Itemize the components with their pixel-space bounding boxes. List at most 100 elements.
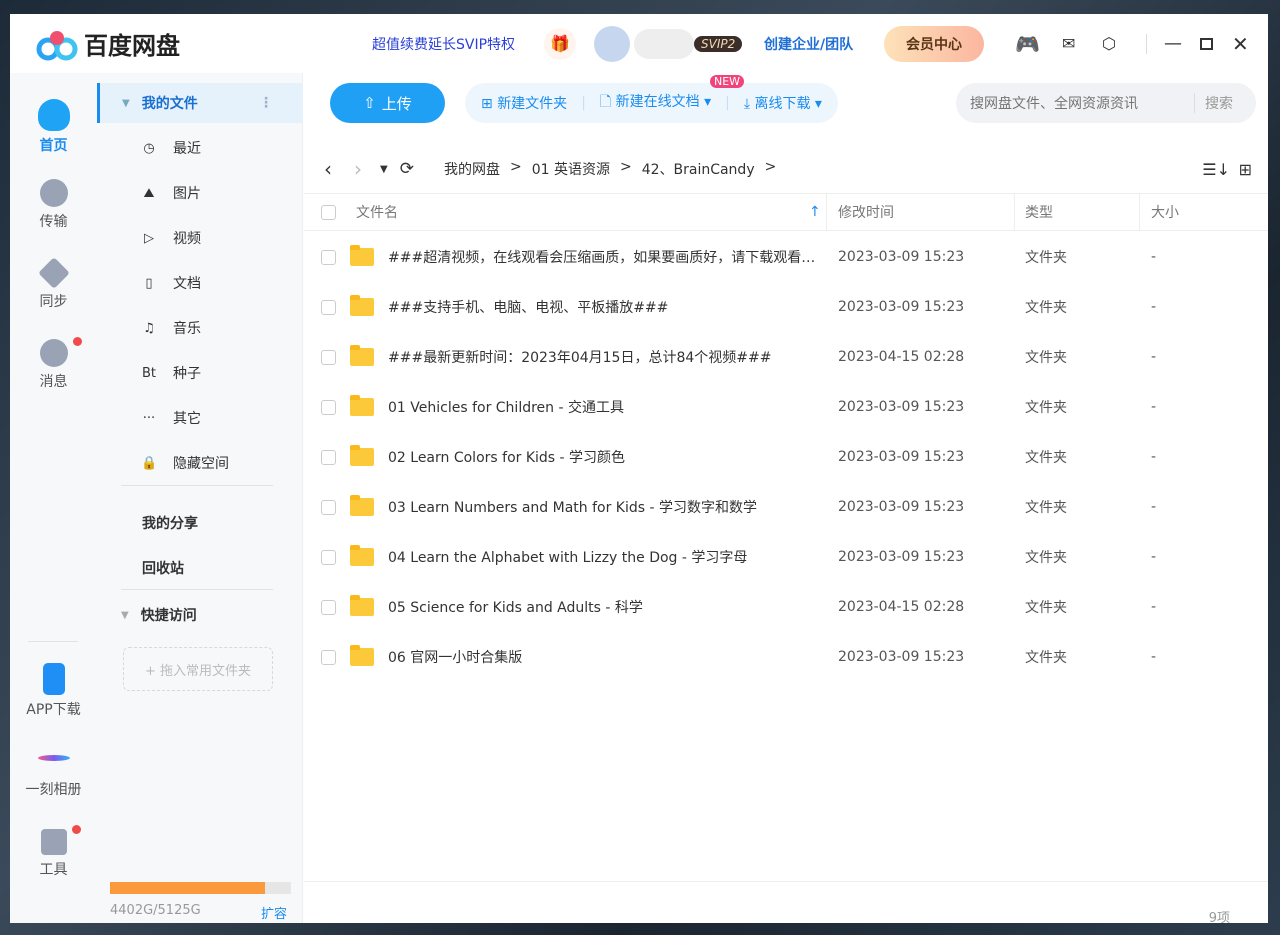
transfer-icon (40, 179, 68, 207)
table-row[interactable]: 05 Science for Kids and Adults - 科学 2023… (304, 582, 1268, 632)
create-team-link[interactable]: 创建企业/团队 (764, 14, 853, 73)
table-row[interactable]: ###最新更新时间：2023年04月15日，总计84个视频### 2023-04… (304, 332, 1268, 382)
table-row[interactable]: ###支持手机、电脑、电视、平板播放### 2023-03-09 15:23 文… (304, 282, 1268, 332)
mail-icon[interactable]: ✉ (1062, 14, 1075, 73)
sort-icon[interactable]: ☰↓ (1202, 160, 1230, 179)
row-checkbox[interactable] (321, 650, 336, 665)
close-button[interactable]: ✕ (1232, 14, 1249, 73)
minimize-button[interactable]: — (1164, 14, 1182, 73)
history-dropdown[interactable]: ▼ (380, 164, 388, 175)
forward-button[interactable]: › (354, 157, 362, 181)
folder-icon (350, 498, 374, 516)
sidebar-recycle-bin[interactable]: 回收站 (97, 548, 303, 588)
gift-button[interactable]: 🎁 (544, 14, 576, 73)
grid-view-icon[interactable]: ⊞ (1239, 160, 1252, 179)
sidebar-item-4[interactable]: ♫音乐 (97, 308, 303, 348)
row-checkbox[interactable] (321, 600, 336, 615)
file-name[interactable]: 05 Science for Kids and Adults - 科学 (388, 597, 818, 617)
vip-center-button[interactable]: 会员中心 (884, 26, 984, 62)
new-folder-button[interactable]: ⊞ 新建文件夹 (481, 93, 567, 113)
search-input[interactable] (956, 95, 1194, 111)
row-checkbox[interactable] (321, 400, 336, 415)
rail-app-download[interactable]: APP下载 (10, 663, 97, 719)
rail-sync[interactable]: 同步 (10, 259, 97, 311)
rail-messages[interactable]: 消息 (10, 339, 97, 391)
rail-transfer[interactable]: 传输 (10, 179, 97, 231)
row-checkbox[interactable] (321, 300, 336, 315)
breadcrumb-item[interactable]: 42、BrainCandy (642, 159, 755, 179)
download-icon: ⤓ (744, 96, 755, 112)
file-name[interactable]: ###支持手机、电脑、电视、平板播放### (388, 297, 818, 317)
file-name[interactable]: 04 Learn the Alphabet with Lizzy the Dog… (388, 547, 818, 567)
svip-promo-link[interactable]: 超值续费延长SVIP特权 (372, 14, 515, 73)
row-checkbox[interactable] (321, 250, 336, 265)
sidebar-my-share[interactable]: 我的分享 (97, 503, 303, 543)
col-name[interactable]: 文件名 (356, 202, 398, 222)
sidebar: ▼我的文件⋮ ◷最近 ⛰图片 ▷视频 ▯文档 ♫音乐 Bt种子 ···其它 🔒隐藏空间 我的分… (97, 73, 303, 923)
table-row[interactable]: 04 Learn the Alphabet with Lizzy the Dog… (304, 532, 1268, 582)
settings-icon[interactable]: ⬡ (1102, 14, 1116, 73)
file-time: 2023-04-15 02:28 (838, 599, 964, 615)
row-checkbox[interactable] (321, 500, 336, 515)
folder-icon (350, 248, 374, 266)
file-name[interactable]: 06 官网一小时合集版 (388, 647, 818, 667)
game-icon[interactable]: 🎮 (1015, 14, 1040, 73)
table-row[interactable]: 02 Learn Colors for Kids - 学习颜色 2023-03-… (304, 432, 1268, 482)
col-size[interactable]: 大小 (1151, 202, 1179, 222)
maximize-icon[interactable] (1200, 38, 1213, 50)
sidebar-item-icon: 🔒 (141, 456, 157, 471)
sidebar-item-0[interactable]: ◷最近 (97, 128, 303, 168)
rail-home[interactable]: 首页 (10, 99, 97, 155)
file-name[interactable]: 02 Learn Colors for Kids - 学习颜色 (388, 447, 818, 467)
sidebar-item-7[interactable]: 🔒隐藏空间 (97, 443, 303, 483)
sidebar-item-3[interactable]: ▯文档 (97, 263, 303, 303)
sidebar-quick-access[interactable]: ▼快捷访问 (97, 595, 303, 635)
avatar[interactable] (594, 14, 694, 73)
breadcrumb-item[interactable]: 我的网盘 (444, 159, 500, 179)
row-checkbox[interactable] (321, 450, 336, 465)
breadcrumb-item[interactable]: 01 英语资源 (532, 159, 610, 179)
row-checkbox[interactable] (321, 350, 336, 365)
refresh-button[interactable]: ⟳ (400, 159, 414, 179)
item-count: 9项 (1209, 907, 1230, 923)
sort-asc-icon[interactable]: ↑ (809, 204, 821, 220)
sidebar-item-5[interactable]: Bt种子 (97, 353, 303, 393)
upload-button[interactable]: ⇧上传 (330, 83, 445, 123)
expand-storage-link[interactable]: 扩容 (261, 903, 287, 922)
sidebar-item-6[interactable]: ···其它 (97, 398, 303, 438)
file-name[interactable]: 03 Learn Numbers and Math for Kids - 学习数… (388, 497, 818, 517)
sidebar-item-icon: ▯ (141, 276, 157, 291)
rail-moment-album[interactable]: 一刻相册 (10, 743, 97, 799)
app-title: 百度网盘 (84, 26, 180, 61)
logo: 百度网盘 (36, 26, 180, 61)
file-name[interactable]: ###最新更新时间：2023年04月15日，总计84个视频### (388, 347, 818, 367)
sidebar-item-label: 视频 (173, 228, 201, 248)
back-button[interactable]: ‹ (324, 157, 332, 181)
svip-badge: SVIP2 (694, 36, 742, 52)
file-type: 文件夹 (1025, 597, 1067, 617)
table-row[interactable]: ###超清视频，在线观看会压缩画质，如果要画质好，请下载观看### 2023-0… (304, 232, 1268, 282)
gift-icon: 🎁 (544, 28, 576, 60)
offline-download-button[interactable]: ⤓ 离线下载 ▾ (744, 93, 822, 113)
quick-access-drop-zone[interactable]: + 拖入常用文件夹 (123, 647, 273, 691)
file-name[interactable]: ###超清视频，在线观看会压缩画质，如果要画质好，请下载观看### (388, 247, 818, 267)
file-time: 2023-03-09 15:23 (838, 499, 964, 515)
sidebar-item-1[interactable]: ⛰图片 (97, 173, 303, 213)
messages-icon (40, 339, 68, 367)
search-button[interactable]: 搜索 (1194, 93, 1233, 113)
file-name[interactable]: 01 Vehicles for Children - 交通工具 (388, 397, 818, 417)
app-window: 百度网盘 超值续费延长SVIP特权 🎁 SVIP2 创建企业/团队 会员中心 🎮… (10, 14, 1268, 923)
col-time[interactable]: 修改时间 (838, 202, 894, 222)
sidebar-my-files[interactable]: ▼我的文件⋮ (97, 83, 303, 123)
sidebar-item-2[interactable]: ▷视频 (97, 218, 303, 258)
col-type[interactable]: 类型 (1025, 202, 1053, 222)
new-online-doc-button[interactable]: 🗋 新建在线文档 ▾ (600, 91, 711, 115)
select-all-checkbox[interactable] (321, 205, 336, 220)
table-row[interactable]: 03 Learn Numbers and Math for Kids - 学习数… (304, 482, 1268, 532)
table-row[interactable]: 06 官网一小时合集版 2023-03-09 15:23 文件夹 - (304, 632, 1268, 682)
file-size: - (1151, 349, 1156, 365)
row-checkbox[interactable] (321, 550, 336, 565)
rail-tools[interactable]: 工具 (10, 829, 97, 879)
table-row[interactable]: 01 Vehicles for Children - 交通工具 2023-03-… (304, 382, 1268, 432)
file-type: 文件夹 (1025, 547, 1067, 567)
